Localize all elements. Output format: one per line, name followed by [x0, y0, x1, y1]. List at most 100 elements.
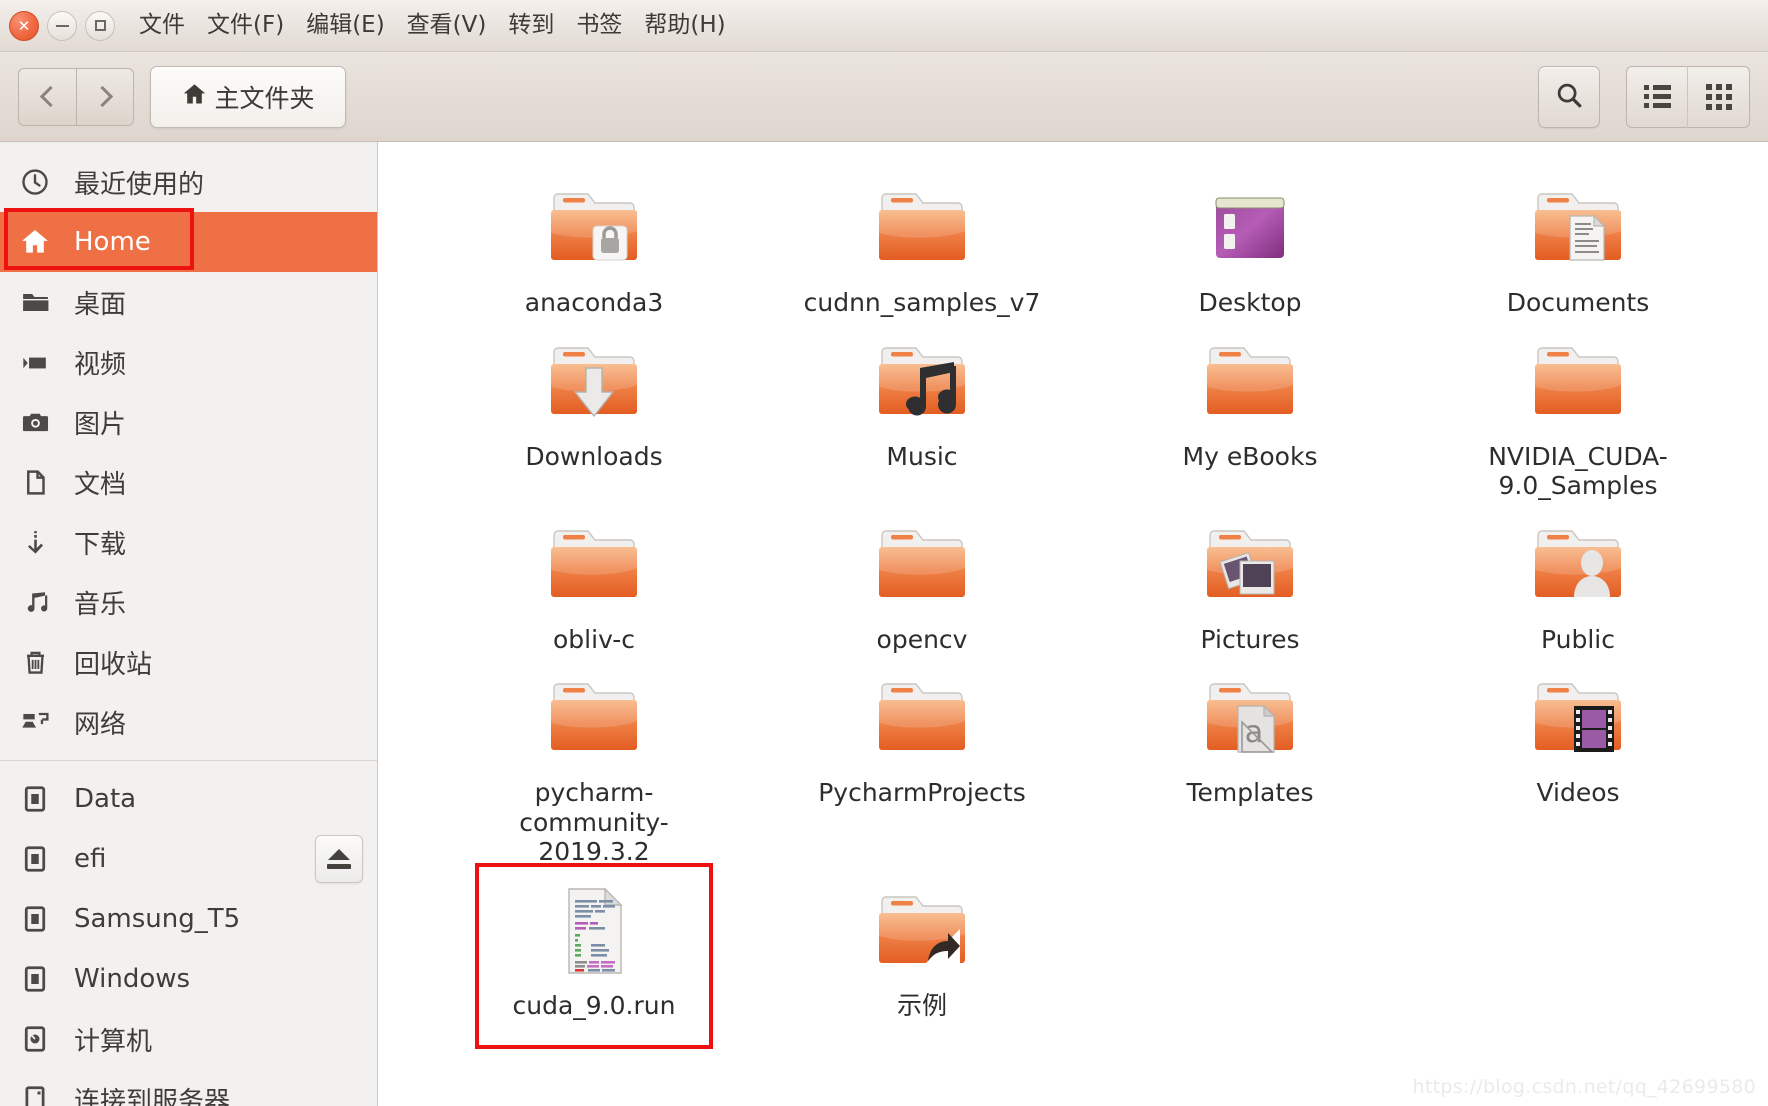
script-file-icon: [536, 879, 652, 983]
file-item[interactable]: Documents: [1414, 164, 1742, 318]
sidebar-item-computer[interactable]: 计算机: [0, 1009, 377, 1069]
sidebar-item-efi[interactable]: efi: [0, 829, 377, 889]
back-button[interactable]: [18, 67, 76, 126]
sidebar-item-label: 视频: [74, 349, 127, 380]
folder-icon: [536, 666, 652, 770]
file-item[interactable]: a Templates: [1086, 654, 1414, 867]
file-grid: anaconda3 cudnn_samples_v7 Desktop Docum…: [430, 164, 1742, 1049]
list-view-button[interactable]: [1626, 65, 1688, 128]
folder-icon: [1192, 330, 1308, 434]
sidebar-item-home[interactable]: Home: [0, 212, 377, 272]
eject-button[interactable]: [315, 835, 363, 883]
file-name: opencv: [876, 624, 968, 654]
music-icon: [18, 587, 52, 618]
sidebar: 最近使用的 Home 桌面 视频 图片 文档 下载 音乐 回收站 网络 Data…: [0, 142, 378, 1106]
sidebar-item-label: 连接到服务器: [74, 1086, 231, 1106]
menu-item-go[interactable]: 转到: [506, 11, 556, 40]
video-icon: [18, 347, 52, 378]
desktop-folder-icon: [1192, 176, 1308, 280]
file-item-selected[interactable]: cuda_9.0.run: [430, 862, 758, 1049]
file-item[interactable]: obliv-c: [430, 501, 758, 655]
folder-documents-icon: [1520, 176, 1636, 280]
menu-item-file[interactable]: 文件(F): [205, 11, 286, 40]
window-controls: ✕: [9, 10, 115, 41]
file-item[interactable]: 示例: [758, 867, 1086, 1021]
file-item[interactable]: PycharmProjects: [758, 654, 1086, 867]
file-name: 示例: [896, 990, 947, 1020]
grid-view-button[interactable]: [1688, 65, 1750, 128]
file-content-area: anaconda3 cudnn_samples_v7 Desktop Docum…: [378, 142, 1768, 1106]
file-item[interactable]: anaconda3: [430, 164, 758, 318]
drive-icon: [18, 784, 52, 814]
sidebar-item-music[interactable]: 音乐: [0, 572, 377, 632]
menu-bar: 文件 文件(F) 编辑(E) 查看(V) 转到 书签 帮助(H): [137, 11, 728, 40]
file-name: anaconda3: [524, 288, 664, 317]
menu-item-view[interactable]: 查看(V): [405, 11, 489, 40]
menu-item-file-app[interactable]: 文件: [137, 11, 187, 40]
chevron-left-icon: [39, 85, 61, 108]
sidebar-item-label: 最近使用的: [74, 169, 205, 200]
file-item[interactable]: Desktop: [1086, 164, 1414, 318]
file-item[interactable]: Pictures: [1086, 501, 1414, 655]
sidebar-item-samsung-t5[interactable]: Samsung_T5: [0, 889, 377, 949]
breadcrumb-home[interactable]: 主文件夹: [150, 65, 346, 128]
menu-item-edit[interactable]: 编辑(E): [304, 11, 386, 40]
close-window-button[interactable]: ✕: [9, 10, 39, 41]
sidebar-item-label: Data: [74, 784, 137, 814]
menu-item-bookmarks[interactable]: 书签: [574, 11, 624, 40]
forward-button[interactable]: [76, 67, 134, 126]
file-name: Downloads: [525, 441, 663, 471]
file-item[interactable]: Videos: [1414, 654, 1742, 867]
drive-icon: [18, 904, 52, 934]
minimize-window-button[interactable]: [47, 10, 77, 41]
drive-icon: [18, 964, 52, 994]
breadcrumb-label: 主文件夹: [214, 83, 315, 113]
file-item[interactable]: Public: [1414, 501, 1742, 655]
sidebar-item-label: 下载: [74, 529, 127, 560]
file-name: pycharm-community-2019.3.2: [519, 778, 669, 866]
sidebar-item-connect-to-server[interactable]: 连接到服务器: [0, 1069, 377, 1106]
folder-public-icon: [1520, 513, 1636, 617]
sidebar-item-trash[interactable]: 回收站: [0, 632, 377, 692]
folder-downloads-icon: [536, 330, 652, 434]
file-item[interactable]: Downloads: [430, 318, 758, 501]
file-item[interactable]: My eBooks: [1086, 318, 1414, 501]
maximize-icon: [94, 20, 106, 31]
file-name: Pictures: [1200, 624, 1300, 654]
sidebar-item-desktop[interactable]: 桌面: [0, 272, 377, 332]
trash-icon: [18, 647, 52, 678]
file-item[interactable]: opencv: [758, 501, 1086, 655]
file-name: cuda_9.0.run: [512, 990, 676, 1020]
search-button[interactable]: [1538, 65, 1600, 128]
sidebar-item-network[interactable]: 网络: [0, 692, 377, 752]
file-item[interactable]: NVIDIA_CUDA-9.0_Samples: [1414, 318, 1742, 501]
file-item[interactable]: Music: [758, 318, 1086, 501]
folder-icon: [1520, 330, 1636, 434]
file-name: Videos: [1536, 778, 1620, 807]
sidebar-item-recent[interactable]: 最近使用的: [0, 152, 377, 212]
sidebar-divider: [0, 760, 377, 761]
folder-icon: [864, 666, 980, 770]
sidebar-item-videos[interactable]: 视频: [0, 332, 377, 392]
maximize-window-button[interactable]: [85, 10, 115, 41]
sidebar-item-pictures[interactable]: 图片: [0, 392, 377, 452]
sidebar-item-data[interactable]: Data: [0, 769, 377, 829]
file-item[interactable]: cudnn_samples_v7: [758, 164, 1086, 318]
folder-symlink-icon: [864, 879, 980, 983]
sidebar-item-documents[interactable]: 文档: [0, 452, 377, 512]
sidebar-item-label: 文档: [74, 469, 127, 500]
sidebar-item-label: 音乐: [74, 589, 127, 620]
sidebar-item-downloads[interactable]: 下载: [0, 512, 377, 572]
file-name: Templates: [1186, 778, 1314, 807]
sidebar-item-label: Windows: [74, 964, 191, 994]
sidebar-item-windows[interactable]: Windows: [0, 949, 377, 1009]
file-item[interactable]: pycharm-community-2019.3.2: [430, 654, 758, 867]
sidebar-item-label: Home: [74, 227, 151, 257]
menu-item-help[interactable]: 帮助(H): [642, 11, 727, 40]
svg-text:a: a: [1245, 715, 1263, 750]
sidebar-item-label: 计算机: [74, 1026, 153, 1057]
folder-templates-icon: a: [1192, 666, 1308, 770]
camera-icon: [18, 407, 52, 438]
list-view-icon: [1643, 85, 1671, 108]
file-name: Music: [886, 441, 958, 471]
